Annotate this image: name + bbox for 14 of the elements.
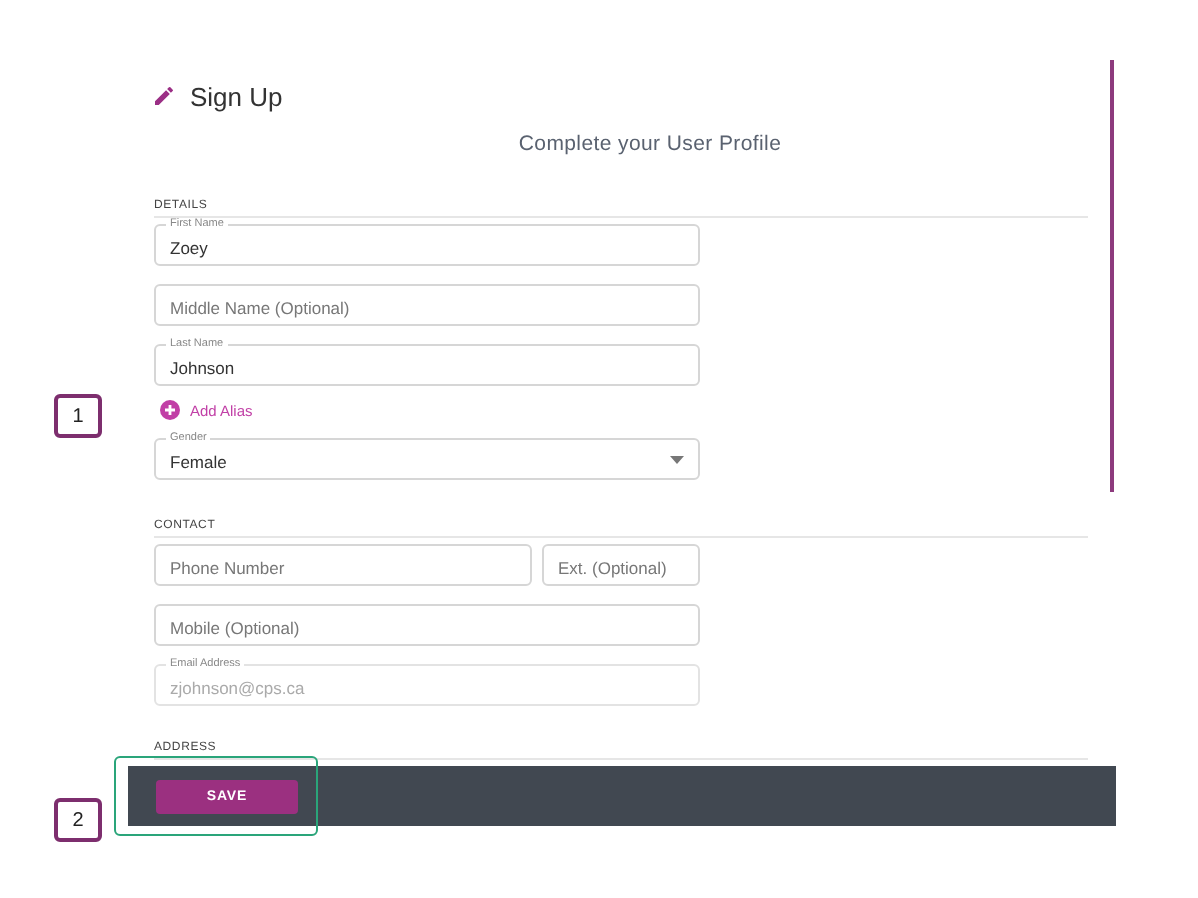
select-field[interactable]: Female <box>154 438 700 480</box>
page-title: Sign Up <box>190 81 283 111</box>
text-field[interactable]: Phone Number <box>154 544 532 586</box>
text-field[interactable]: Zoey <box>154 224 700 266</box>
callout-label: 1 <box>54 394 102 438</box>
text-field[interactable]: Johnson <box>154 344 700 386</box>
caret-icon <box>670 456 684 464</box>
page-subtitle: Complete your User Profile <box>518 132 782 156</box>
callout-label: 2 <box>54 798 102 842</box>
pencil-icon <box>152 84 176 108</box>
text-field[interactable]: Mobile (Optional) <box>154 604 700 646</box>
plus-circle-icon <box>160 400 180 420</box>
text-field[interactable]: Middle Name (Optional) <box>154 284 700 326</box>
text-field[interactable]: Ext. (Optional) <box>542 544 700 586</box>
